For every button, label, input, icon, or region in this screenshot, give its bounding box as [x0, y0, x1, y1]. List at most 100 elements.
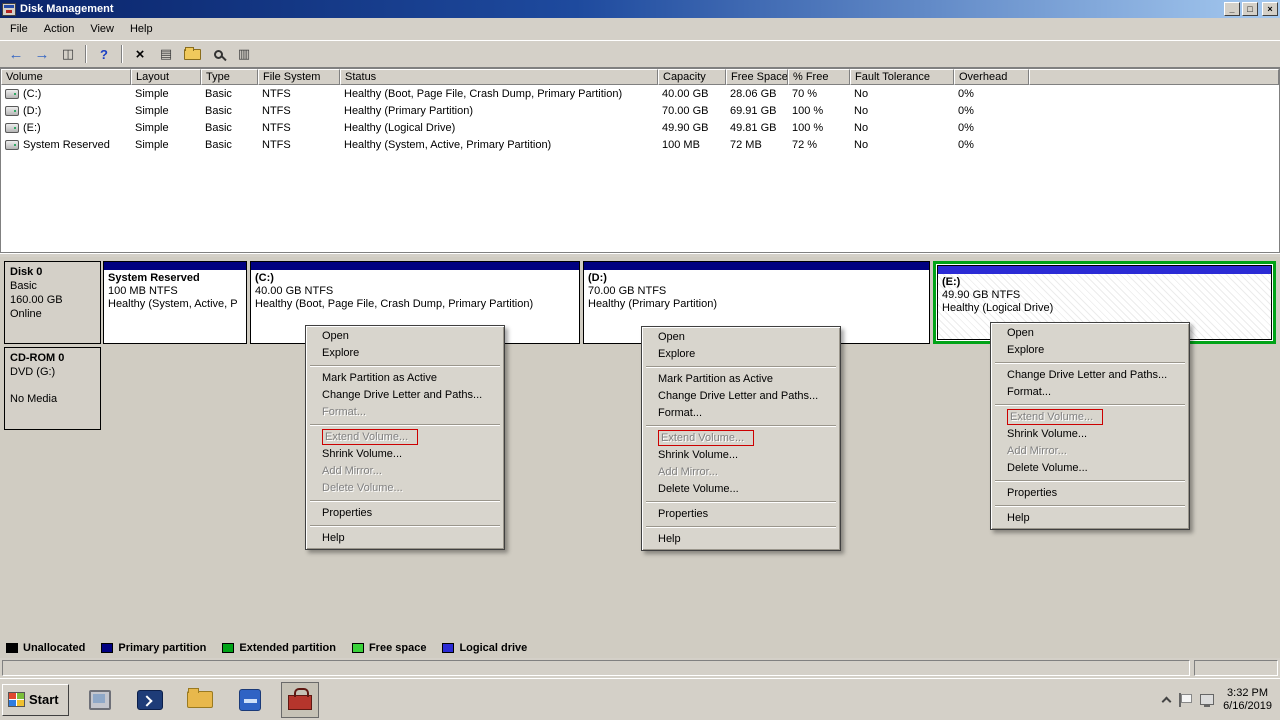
cell-type: Basic: [201, 139, 258, 151]
partition-status: Healthy (Logical Drive): [942, 302, 1267, 315]
help-icon[interactable]: ?: [92, 43, 116, 65]
menu-item-change-drive-letter[interactable]: Change Drive Letter and Paths...: [644, 388, 838, 405]
menu-item-help[interactable]: Help: [308, 530, 502, 547]
menu-item-open[interactable]: Open: [993, 325, 1187, 342]
restore-button[interactable]: □: [1242, 2, 1258, 16]
volume-row-system-reserved[interactable]: System Reserved Simple Basic NTFS Health…: [1, 136, 1279, 153]
partition-system-reserved[interactable]: System Reserved 100 MB NTFS Healthy (Sys…: [103, 261, 247, 344]
cell-volume: (C:): [23, 88, 41, 100]
disk-name: Disk 0: [10, 265, 95, 279]
menu-item-explore[interactable]: Explore: [308, 345, 502, 362]
logical-drive-swatch-icon: [442, 643, 454, 653]
menu-item-format[interactable]: Format...: [644, 405, 838, 422]
server-manager-icon: [89, 690, 111, 710]
menu-item-delete-volume[interactable]: Delete Volume...: [993, 460, 1187, 477]
menu-separator: [310, 365, 500, 367]
taskbar-item-server-manager[interactable]: [81, 682, 119, 718]
legend-label: Logical drive: [459, 642, 527, 654]
legend-label: Primary partition: [118, 642, 206, 654]
menu-item-help[interactable]: Help: [993, 510, 1187, 527]
new-window-icon[interactable]: ▥: [232, 43, 256, 65]
column-header-free-space[interactable]: Free Space: [726, 69, 788, 85]
column-header-status[interactable]: Status: [340, 69, 658, 85]
menu-help[interactable]: Help: [122, 20, 161, 38]
column-header-layout[interactable]: Layout: [131, 69, 201, 85]
cell-free-space: 72 MB: [726, 139, 788, 151]
column-header-type[interactable]: Type: [201, 69, 258, 85]
minimize-button[interactable]: _: [1224, 2, 1240, 16]
column-header-fault-tolerance[interactable]: Fault Tolerance: [850, 69, 954, 85]
delete-icon[interactable]: ×: [128, 43, 152, 65]
show-hidden-icons-icon[interactable]: [1162, 696, 1172, 706]
taskbar-item-explorer[interactable]: [181, 682, 219, 718]
cell-overhead: 0%: [954, 139, 1029, 151]
show-console-tree-icon[interactable]: ◫: [56, 43, 80, 65]
partition-color-strip: [584, 262, 929, 270]
menu-item-properties[interactable]: Properties: [308, 505, 502, 522]
menu-item-shrink-volume[interactable]: Shrink Volume...: [308, 446, 502, 463]
menu-item-properties[interactable]: Properties: [644, 506, 838, 523]
toolbox-icon: [288, 695, 312, 710]
free-space-swatch-icon: [352, 643, 364, 653]
find-icon[interactable]: [206, 43, 230, 65]
disk-0-header[interactable]: Disk 0 Basic 160.00 GB Online: [4, 261, 101, 344]
properties-icon[interactable]: ▤: [154, 43, 178, 65]
menu-item-mark-partition-active[interactable]: Mark Partition as Active: [644, 371, 838, 388]
menu-file[interactable]: File: [2, 20, 36, 38]
column-header-overhead[interactable]: Overhead: [954, 69, 1029, 85]
legend-unallocated: Unallocated: [6, 642, 85, 654]
open-folder-icon[interactable]: [180, 43, 204, 65]
legend-free-space: Free space: [352, 642, 426, 654]
volume-row-c[interactable]: (C:) Simple Basic NTFS Healthy (Boot, Pa…: [1, 85, 1279, 102]
volume-row-d[interactable]: (D:) Simple Basic NTFS Healthy (Primary …: [1, 102, 1279, 119]
partition-size: 40.00 GB NTFS: [255, 285, 575, 298]
cell-status: Healthy (Primary Partition): [340, 105, 658, 117]
column-header-pct-free[interactable]: % Free: [788, 69, 850, 85]
cell-status: Healthy (System, Active, Primary Partiti…: [340, 139, 658, 151]
menu-item-explore[interactable]: Explore: [644, 346, 838, 363]
taskbar-item-backup-tool[interactable]: [231, 682, 269, 718]
system-tray: 3:32 PM 6/16/2019: [1163, 687, 1280, 713]
status-bar: [0, 658, 1280, 678]
start-button[interactable]: Start: [2, 684, 69, 716]
column-header-capacity[interactable]: Capacity: [658, 69, 726, 85]
menu-item-open[interactable]: Open: [644, 329, 838, 346]
back-icon[interactable]: ←: [4, 43, 28, 65]
volume-icon: [5, 123, 19, 133]
menu-item-open[interactable]: Open: [308, 328, 502, 345]
menu-action[interactable]: Action: [36, 20, 83, 38]
cell-overhead: 0%: [954, 88, 1029, 100]
menu-item-mark-partition-active[interactable]: Mark Partition as Active: [308, 370, 502, 387]
column-header-filler: [1029, 69, 1279, 85]
menu-item-delete-volume[interactable]: Delete Volume...: [644, 481, 838, 498]
menu-item-help[interactable]: Help: [644, 531, 838, 548]
menu-view[interactable]: View: [82, 20, 122, 38]
volume-row-e[interactable]: (E:) Simple Basic NTFS Healthy (Logical …: [1, 119, 1279, 136]
network-icon[interactable]: [1200, 694, 1214, 705]
powershell-icon: [137, 690, 163, 710]
partition-status: Healthy (System, Active, P: [108, 298, 242, 311]
menu-separator: [646, 366, 836, 368]
forward-icon[interactable]: →: [30, 43, 54, 65]
close-button[interactable]: ×: [1262, 2, 1278, 16]
taskbar-item-disk-management[interactable]: [281, 682, 319, 718]
taskbar-item-powershell[interactable]: [131, 682, 169, 718]
column-header-file-system[interactable]: File System: [258, 69, 340, 85]
menu-item-change-drive-letter[interactable]: Change Drive Letter and Paths...: [308, 387, 502, 404]
cell-capacity: 40.00 GB: [658, 88, 726, 100]
red-highlight-box: Extend Volume...: [1007, 409, 1103, 425]
menu-item-shrink-volume[interactable]: Shrink Volume...: [993, 426, 1187, 443]
menu-item-explore[interactable]: Explore: [993, 342, 1187, 359]
cdrom-0-header[interactable]: CD-ROM 0 DVD (G:) No Media: [4, 347, 101, 430]
cdrom-status: No Media: [10, 392, 95, 406]
menu-item-change-drive-letter[interactable]: Change Drive Letter and Paths...: [993, 367, 1187, 384]
menu-item-format[interactable]: Format...: [993, 384, 1187, 401]
tray-date: 6/16/2019: [1223, 700, 1272, 713]
title-bar[interactable]: Disk Management _ □ ×: [0, 0, 1280, 18]
menu-item-properties[interactable]: Properties: [993, 485, 1187, 502]
cell-layout: Simple: [131, 105, 201, 117]
clock[interactable]: 3:32 PM 6/16/2019: [1223, 687, 1272, 713]
action-center-flag-icon[interactable]: [1179, 693, 1191, 707]
column-header-volume[interactable]: Volume: [1, 69, 131, 85]
menu-item-shrink-volume[interactable]: Shrink Volume...: [644, 447, 838, 464]
